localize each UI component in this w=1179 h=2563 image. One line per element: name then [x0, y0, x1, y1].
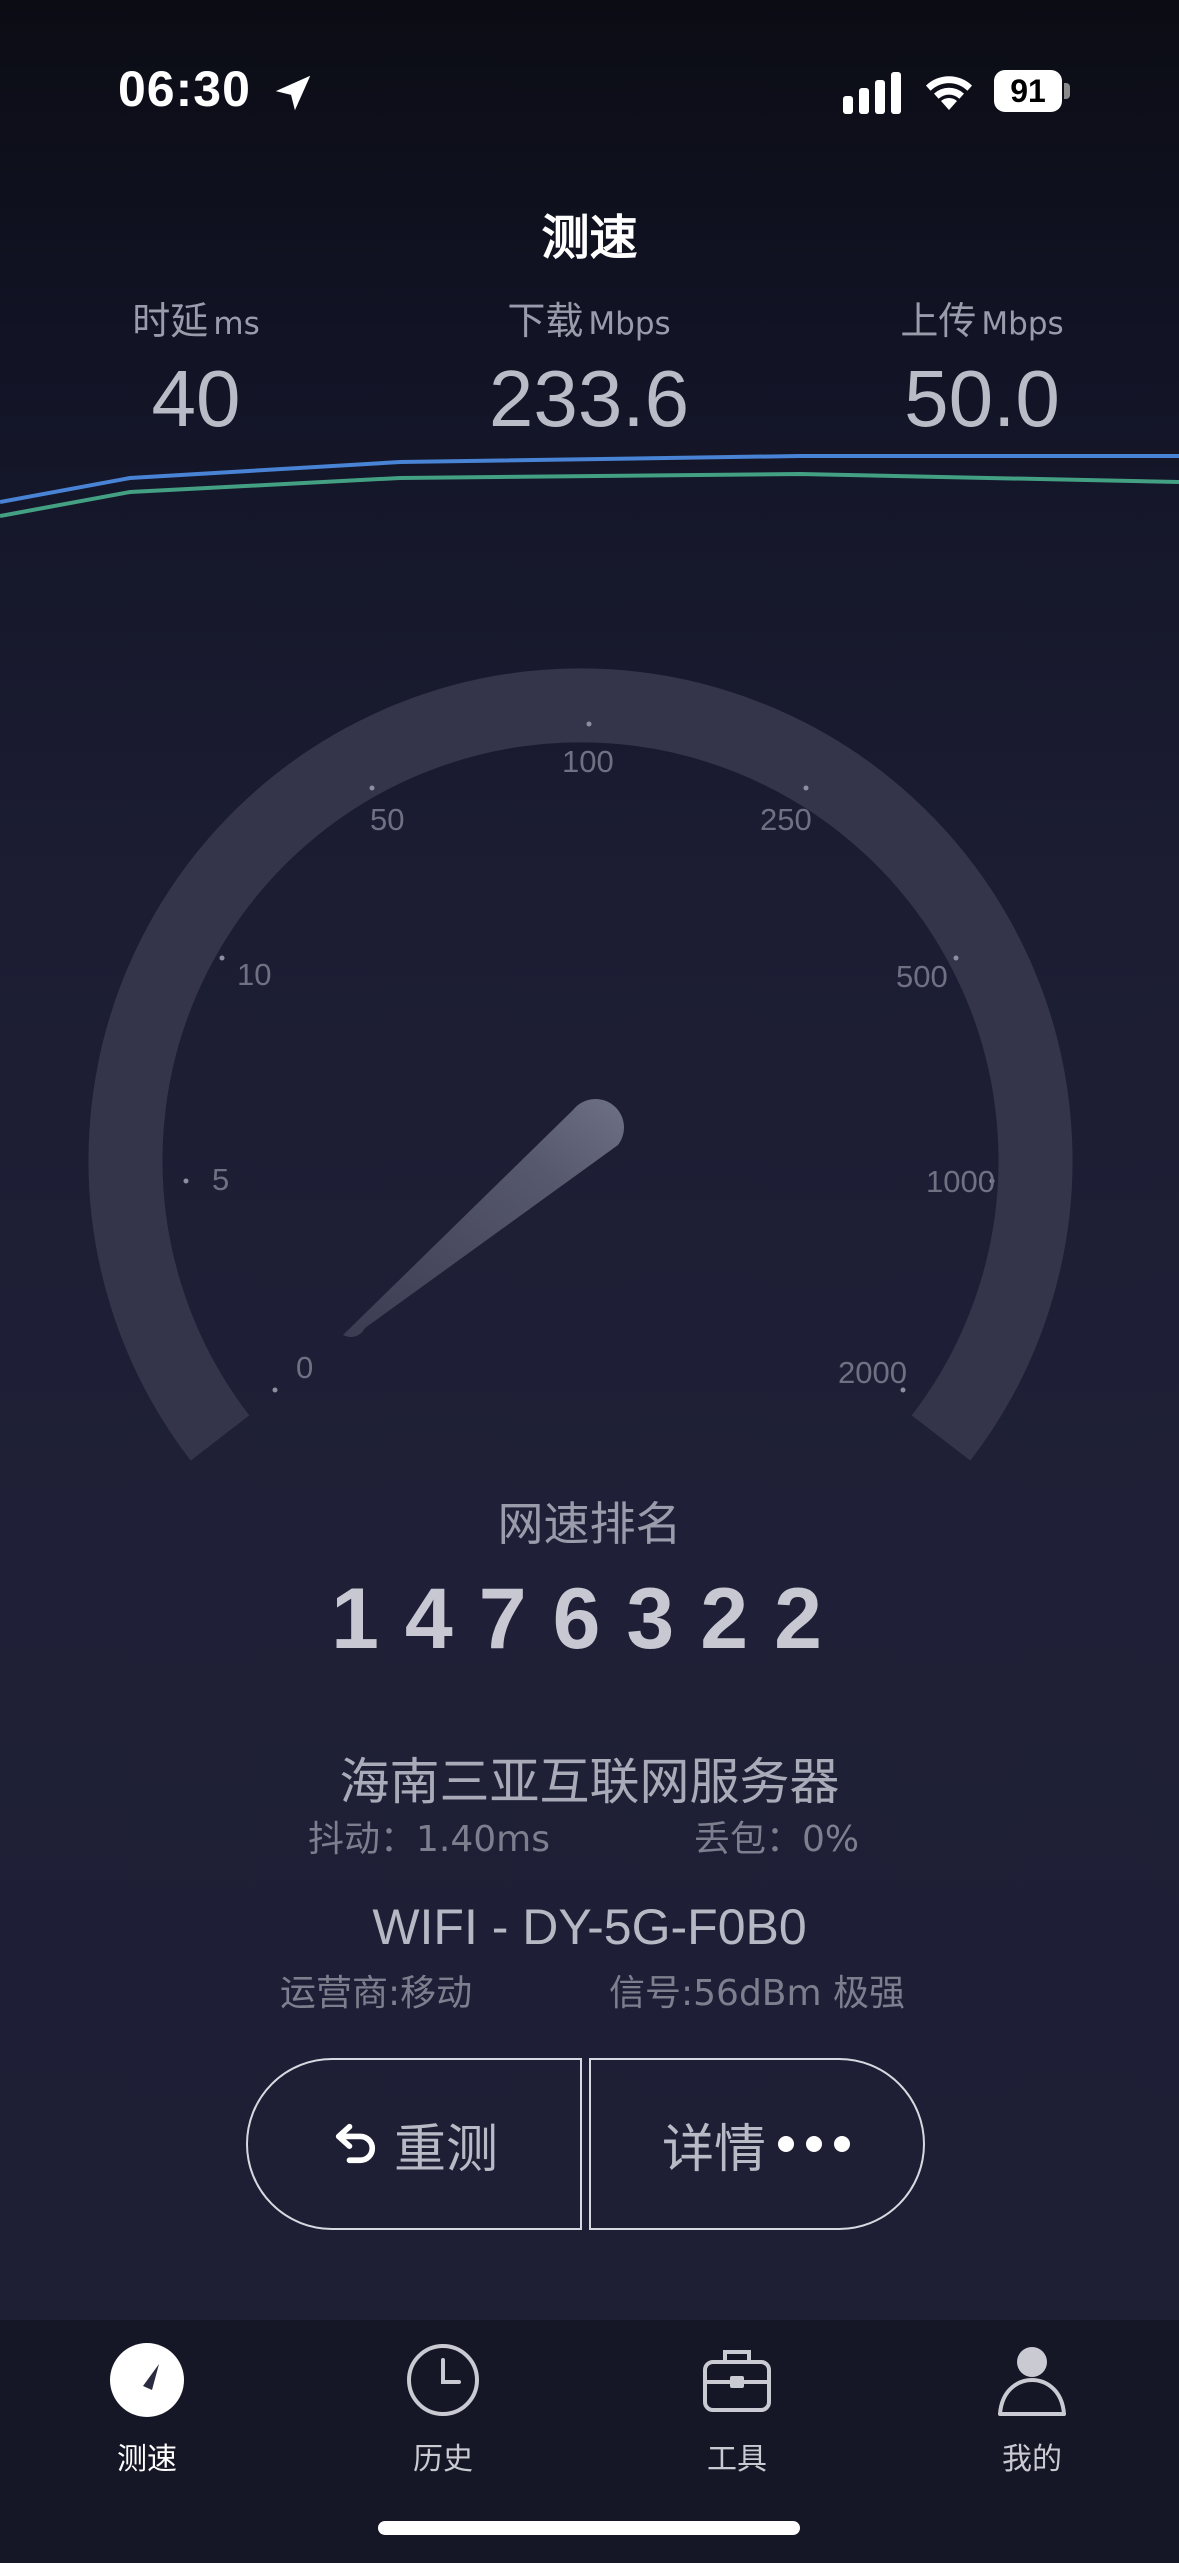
tab-tools[interactable]: 工具 [657, 2340, 817, 2478]
carrier-text: 运营商:移动 [280, 1973, 473, 2014]
latency-value: 40 [151, 354, 241, 443]
retest-button[interactable]: 重测 [246, 2058, 582, 2230]
page-title: 测速 [541, 210, 638, 266]
gauge-tick-5: 5 [212, 1162, 229, 1197]
gauge-tick-1000: 1000 [926, 1164, 995, 1199]
gauge-tick-250: 250 [760, 802, 812, 837]
upload-trend-line [0, 471, 1179, 518]
location-arrow-icon [275, 75, 311, 111]
rank-label: 网速排名 [497, 1497, 682, 1551]
wifi-icon [926, 76, 972, 110]
signal-text: 信号:56dBm 极强 [609, 1973, 905, 2014]
tab-profile-label: 我的 [1002, 2442, 1062, 2477]
battery-level: 91 [994, 70, 1062, 112]
detail-label: 详情 [661, 2119, 766, 2180]
download-value: 233.6 [488, 354, 690, 443]
tab-profile[interactable]: 我的 [952, 2340, 1112, 2478]
download-metric: 下载 Mbps 233.6 [429, 290, 749, 445]
latency-metric: 时延 ms 40 [36, 290, 356, 445]
battery-tip [1064, 83, 1070, 99]
wifi-name: WIFI - DY-5G-F0B0 [372, 1899, 807, 1955]
gauge-tick-2000: 2000 [838, 1355, 907, 1390]
latency-label: 时延 [132, 299, 209, 343]
clock-icon [407, 2344, 479, 2416]
packet-loss-value: 0% [802, 1819, 860, 1860]
undo-icon [335, 2123, 376, 2164]
upload-label: 上传 [900, 299, 977, 343]
jitter-value: 1.40ms [416, 1819, 550, 1860]
rank-value: 1476322 [331, 1571, 848, 1667]
tab-history[interactable]: 历史 [363, 2340, 523, 2478]
user-icon [998, 2347, 1066, 2416]
speed-gauge: 0 5 10 50 100 250 500 1000 2000 [88, 668, 1073, 1461]
gauge-tick-500: 500 [896, 959, 948, 994]
tab-history-label: 历史 [413, 2442, 473, 2477]
download-label: 下载 [507, 299, 584, 343]
battery-indicator: 91 [994, 70, 1072, 112]
upload-unit: Mbps [981, 306, 1064, 342]
toolbox-icon [703, 2350, 771, 2412]
server-name: 海南三亚互联网服务器 [339, 1753, 840, 1811]
home-indicator [378, 2521, 800, 2535]
tab-speedtest-label: 测速 [117, 2442, 177, 2477]
download-unit: Mbps [588, 306, 671, 342]
gauge-needle [343, 1099, 624, 1337]
tab-speedtest[interactable]: 测速 [67, 2340, 227, 2478]
gauge-tick-10: 10 [237, 957, 271, 992]
cellular-signal-icon [843, 72, 901, 114]
gauge-tick-100: 100 [562, 744, 614, 779]
status-time: 06:30 [118, 61, 251, 117]
gauge-tick-0: 0 [296, 1350, 313, 1385]
gauge-tick-50: 50 [370, 802, 404, 837]
retest-label: 重测 [393, 2119, 498, 2180]
detail-button[interactable]: 详情 [589, 2058, 925, 2230]
upload-metric: 上传 Mbps 50.0 [822, 290, 1142, 445]
gauge-icon [110, 2343, 184, 2417]
packet-loss-stat: 丢包：0% [694, 1810, 859, 1862]
gauge-track [88, 668, 1073, 1461]
more-dots-icon [778, 2136, 850, 2152]
tab-tools-label: 工具 [707, 2442, 767, 2477]
latency-unit: ms [213, 306, 260, 342]
upload-value: 50.0 [904, 354, 1060, 443]
jitter-label: 抖动： [308, 1819, 417, 1860]
packet-loss-label: 丢包： [694, 1819, 803, 1860]
speed-trend-graph [0, 454, 1179, 518]
jitter-stat: 抖动：1.40ms [308, 1810, 550, 1862]
